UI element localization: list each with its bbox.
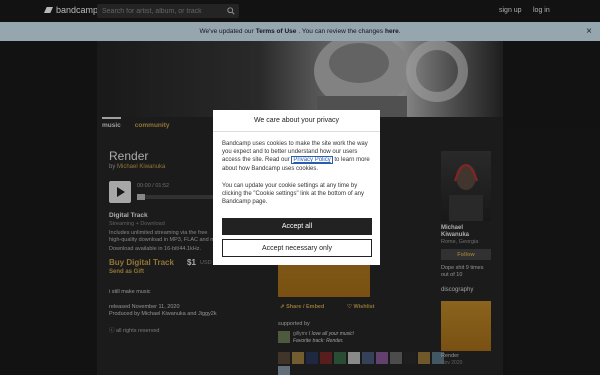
cookie-consent-dialog: We care about your privacy Bandcamp uses… xyxy=(213,110,380,265)
dialog-body-settings: You can update your cookie settings at a… xyxy=(222,183,364,206)
privacy-policy-link[interactable]: Privacy Policy xyxy=(291,156,333,165)
dialog-title: We care about your privacy xyxy=(213,110,380,132)
accept-necessary-button[interactable]: Accept necessary only xyxy=(222,239,372,257)
accept-all-button[interactable]: Accept all xyxy=(222,218,372,235)
dialog-body: Bandcamp uses cookies to make the site w… xyxy=(222,140,372,173)
